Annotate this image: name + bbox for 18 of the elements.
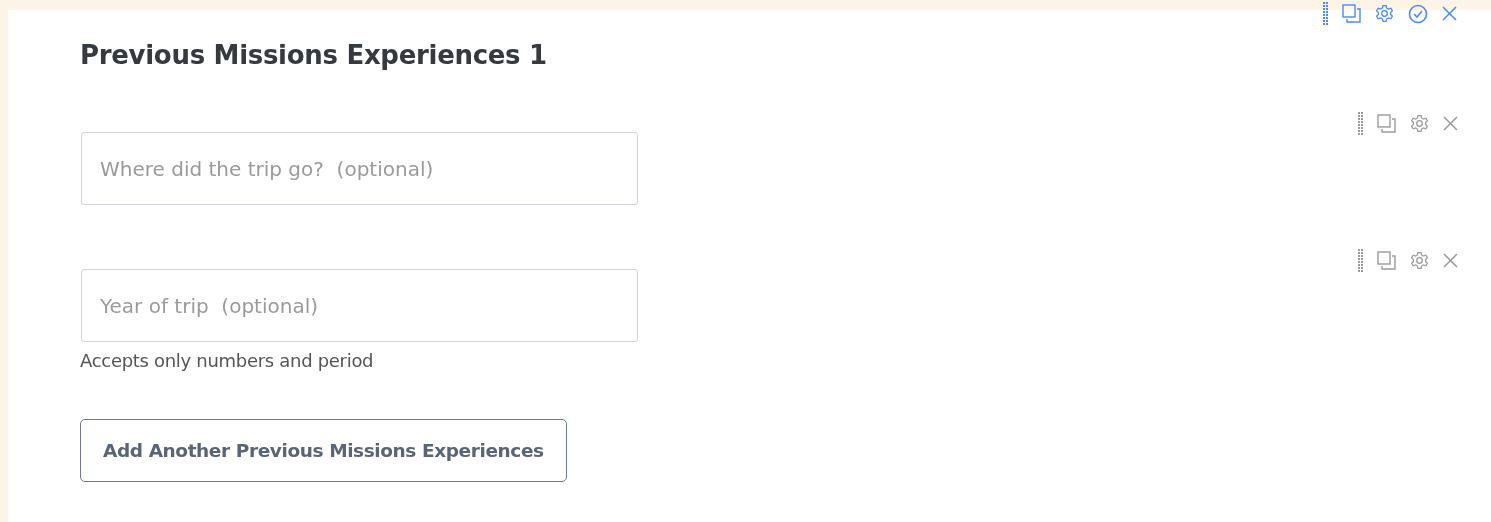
close-icon[interactable] — [1443, 116, 1458, 131]
drag-handle-icon[interactable] — [1358, 112, 1363, 135]
settings-icon[interactable] — [1410, 114, 1429, 133]
settings-icon[interactable] — [1375, 4, 1394, 23]
drag-handle-icon[interactable] — [1323, 2, 1328, 25]
drag-handle-icon[interactable] — [1358, 249, 1363, 272]
input-field[interactable]: Year of trip (optional) — [81, 269, 638, 342]
close-icon[interactable] — [1443, 253, 1458, 268]
copy-icon[interactable] — [1377, 251, 1396, 270]
help-text: Accepts only numbers and period — [80, 350, 374, 371]
settings-icon[interactable] — [1410, 251, 1429, 270]
add-button[interactable]: Add Another Previous Missions Experiences — [80, 419, 567, 482]
close-icon[interactable] — [1442, 6, 1457, 21]
check-circle-icon[interactable] — [1408, 3, 1428, 24]
copy-icon[interactable] — [1377, 114, 1396, 133]
input-field[interactable]: Where did the trip go? (optional) — [81, 132, 638, 205]
copy-icon[interactable] — [1342, 4, 1361, 23]
section-title: Previous Missions Experiences 1 — [80, 40, 548, 70]
